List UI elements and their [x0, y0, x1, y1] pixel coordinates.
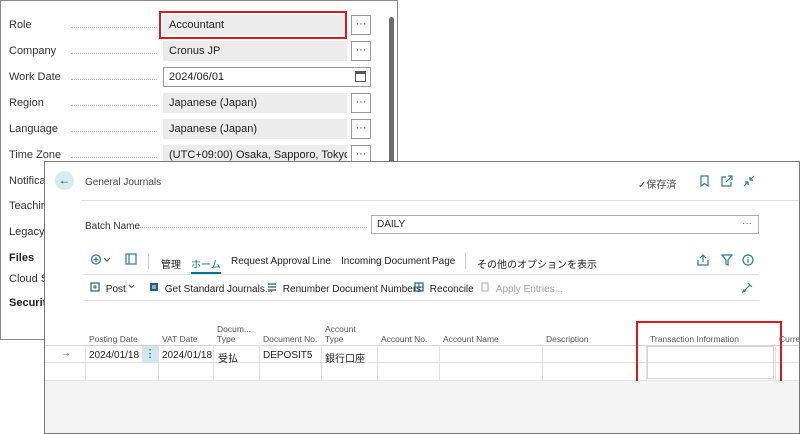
reconcile-label: Reconcile	[429, 284, 474, 295]
apply-entries-icon	[480, 282, 493, 295]
renumber-document-numbers-label: Renumber Document Numbers	[282, 284, 422, 295]
company-lookup-button[interactable]: ···	[351, 41, 371, 61]
column-header-account-name[interactable]: Account Name	[443, 334, 499, 344]
apply-entries-label: Apply Entries...	[495, 284, 564, 295]
cell-posting-date[interactable]: 2024/01/18	[89, 350, 139, 361]
toolbar-divider	[465, 253, 466, 269]
open-new-window-icon[interactable]	[721, 175, 733, 190]
tab-line[interactable]: Line	[312, 256, 331, 267]
role-highlight-box	[159, 11, 347, 39]
settings-scrollbar[interactable]	[389, 17, 394, 165]
column-header-currency[interactable]: Curren	[779, 334, 799, 344]
renumber-document-numbers-button[interactable]: Renumber Document Numbers	[267, 282, 421, 295]
grid-line	[439, 345, 440, 381]
share-icon[interactable]	[697, 254, 709, 269]
reconcile-button[interactable]: Reconcile	[414, 282, 474, 295]
apply-entries-button[interactable]: Apply Entries...	[480, 282, 563, 295]
grid-line	[259, 345, 260, 381]
personalize-icon[interactable]	[741, 281, 754, 296]
post-dropdown-chevron-icon[interactable]	[125, 280, 135, 295]
get-standard-journals-label: Get Standard Journals...	[164, 284, 274, 295]
role-lookup-button[interactable]: ···	[351, 15, 371, 35]
column-header-document-no[interactable]: Document No.	[263, 334, 317, 344]
dotted-leader	[71, 79, 157, 80]
new-document-icon[interactable]	[90, 253, 112, 269]
column-header-posting-date[interactable]: Posting Date	[89, 334, 138, 344]
tab-page[interactable]: Page	[432, 256, 455, 267]
post-button[interactable]: Post	[90, 282, 126, 295]
header-divider	[81, 200, 799, 201]
row-actions-menu-icon[interactable]: ⋮	[142, 346, 158, 363]
dotted-leader	[71, 105, 157, 106]
language-lookup-button[interactable]: ···	[351, 119, 371, 139]
dotted-leader	[71, 27, 157, 28]
column-header-account-type[interactable]: Account Type	[325, 324, 365, 344]
setting-row-work-date: Work Date 2024/06/01	[1, 67, 397, 89]
reconcile-icon	[414, 282, 427, 295]
tab-request-approval[interactable]: Request Approval	[231, 256, 310, 267]
cell-vat-date[interactable]: 2024/01/18	[162, 350, 212, 361]
list-view-icon[interactable]	[125, 253, 137, 268]
post-label: Post	[105, 284, 126, 295]
grid-line	[85, 345, 86, 381]
show-more-options-link[interactable]: その他のオプションを表示	[477, 256, 597, 271]
setting-row-language: Language Japanese (Japan) ···	[1, 119, 397, 141]
page-title: General Journals	[85, 177, 162, 188]
renumber-icon	[267, 283, 280, 295]
action-bar-underline	[83, 300, 759, 301]
column-header-account-no[interactable]: Account No.	[381, 334, 427, 344]
region-field[interactable]: Japanese (Japan)	[163, 93, 347, 113]
grid-line	[321, 345, 322, 381]
bookmark-icon[interactable]	[700, 175, 709, 190]
saved-status: ✓保存済	[638, 180, 677, 191]
setting-label-language: Language	[9, 123, 58, 135]
tab-home[interactable]: ホーム	[191, 256, 221, 274]
dotted-leader	[71, 131, 157, 132]
work-date-field[interactable]: 2024/06/01	[163, 67, 371, 87]
batch-name-field[interactable]: DAILY ···	[371, 215, 759, 234]
setting-label-role: Role	[9, 19, 32, 31]
work-date-value: 2024/06/01	[169, 71, 225, 83]
grid-line	[158, 345, 159, 381]
dotted-leader	[71, 53, 157, 54]
company-field[interactable]: Cronus JP	[163, 41, 347, 61]
setting-label-company: Company	[9, 45, 57, 57]
general-journals-window: ← General Journals ✓保存済 Batch Name DAILY…	[44, 161, 800, 434]
calendar-icon[interactable]	[355, 71, 366, 82]
grid-line	[377, 345, 378, 381]
column-header-document-type[interactable]: Docum... Type	[217, 324, 255, 344]
batch-name-label: Batch Name	[85, 221, 141, 232]
batch-name-value: DAILY	[377, 219, 406, 230]
region-lookup-button[interactable]: ···	[351, 93, 371, 113]
setting-label-time-zone: Time Zone	[9, 149, 62, 161]
files-heading: Files	[9, 252, 35, 264]
dotted-leader	[137, 227, 367, 228]
toolbar-underline	[83, 274, 759, 275]
tab-manage[interactable]: 管理	[161, 256, 181, 271]
post-icon	[90, 282, 103, 295]
get-standard-journals-button[interactable]: Get Standard Journals...	[149, 282, 273, 295]
grid-line	[213, 345, 214, 381]
cell-document-no[interactable]: DEPOSIT5	[263, 350, 312, 361]
tab-incoming-document[interactable]: Incoming Document	[341, 256, 430, 267]
column-header-description[interactable]: Description	[546, 334, 589, 344]
toolbar-divider	[148, 253, 149, 269]
info-icon[interactable]	[742, 254, 754, 269]
setting-row-region: Region Japanese (Japan) ···	[1, 93, 397, 115]
grid-empty-area	[45, 381, 799, 433]
dotted-leader	[71, 157, 157, 158]
column-header-vat-date[interactable]: VAT Date	[162, 334, 197, 344]
back-arrow-icon[interactable]: ←	[55, 171, 74, 190]
setting-row-company: Company Cronus JP ···	[1, 41, 397, 63]
setting-label-work-date: Work Date	[9, 71, 61, 83]
language-field[interactable]: Japanese (Japan)	[163, 119, 347, 139]
current-row-arrow-icon: →	[61, 348, 71, 359]
batch-name-lookup-button[interactable]: ···	[742, 218, 752, 229]
grid-line	[542, 345, 543, 381]
collapse-icon[interactable]	[743, 175, 755, 190]
journal-icon	[149, 283, 162, 295]
setting-label-region: Region	[9, 97, 44, 109]
filter-icon[interactable]	[720, 254, 734, 269]
